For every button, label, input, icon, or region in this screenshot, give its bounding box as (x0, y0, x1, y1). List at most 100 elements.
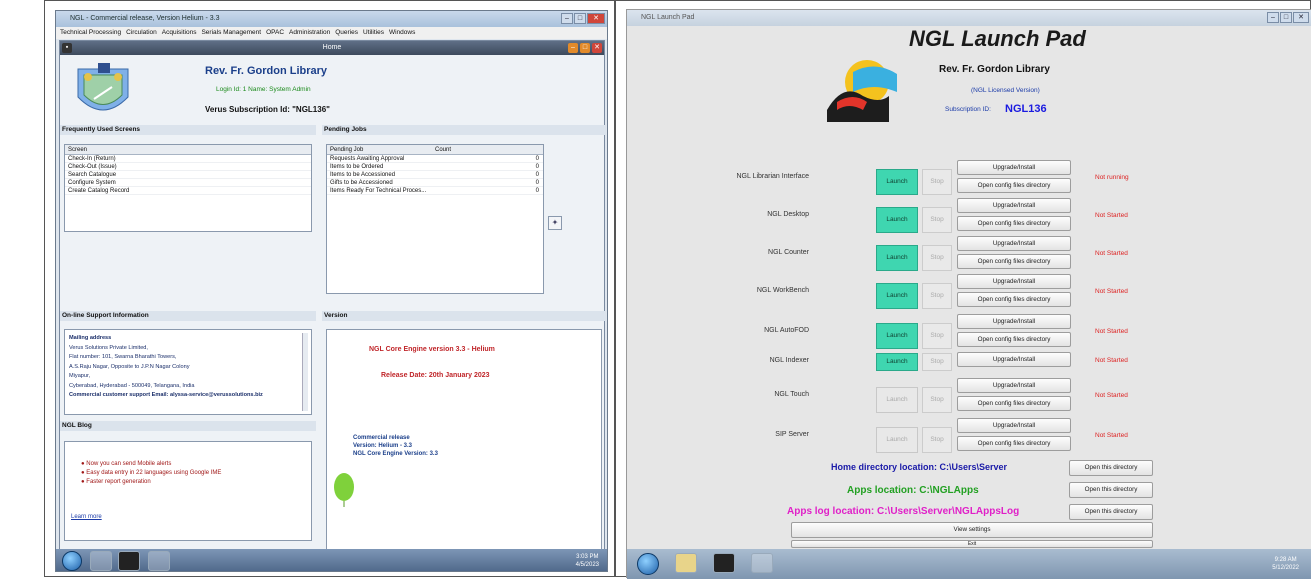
upgrade-install-button[interactable]: Upgrade/Install (957, 418, 1071, 433)
list-item[interactable]: Check-In (Return) (65, 155, 311, 163)
app-status: Not Started (1095, 432, 1128, 439)
minimize-icon[interactable]: – (1267, 12, 1279, 23)
view-settings-button[interactable]: View settings (791, 522, 1153, 538)
list-item[interactable]: Check-Out (Issue) (65, 163, 311, 171)
refresh-icon[interactable]: ✦ (548, 216, 562, 230)
support-scrollbar[interactable] (302, 333, 308, 411)
open-home-directory-button[interactable]: Open this directory (1069, 460, 1153, 476)
exit-button[interactable]: Exit (791, 540, 1153, 548)
open-config-directory-button[interactable]: Open config files directory (957, 292, 1071, 307)
frame-maximize-icon[interactable]: □ (580, 43, 590, 53)
clock-time: 3:03 PM (576, 554, 599, 560)
upgrade-install-button[interactable]: Upgrade/Install (957, 314, 1071, 329)
launch-button[interactable]: Launch (876, 245, 918, 271)
app-status: Not Started (1095, 250, 1128, 257)
table-row[interactable]: Gifts to be Accessioned 0 (327, 179, 543, 187)
java-app-icon-2[interactable] (148, 551, 170, 571)
online-support-header: On-line Support Information (60, 311, 316, 321)
menu-item[interactable]: Windows (389, 29, 415, 36)
blog-item: ● Easy data entry in 22 languages using … (81, 469, 221, 478)
open-apps-directory-button[interactable]: Open this directory (1069, 482, 1153, 498)
table-header: Screen (65, 145, 311, 155)
java-app-icon[interactable] (751, 553, 773, 573)
menu-item[interactable]: Circulation (126, 29, 157, 36)
app-status: Not Started (1095, 212, 1128, 219)
close-icon[interactable]: ✕ (587, 13, 605, 24)
system-clock[interactable]: 3:03 PM 4/5/2023 (576, 553, 599, 569)
upgrade-install-button[interactable]: Upgrade/Install (957, 352, 1071, 367)
open-log-directory-button[interactable]: Open this directory (1069, 504, 1153, 520)
file-explorer-icon[interactable] (675, 553, 697, 573)
apps-log-location: Apps log location: C:\Users\Server\NGLAp… (787, 506, 1020, 517)
menu-item[interactable]: OPAC (266, 29, 284, 36)
pending-job-name: Items to be Accessioned (330, 172, 396, 178)
library-name: Rev. Fr. Gordon Library (205, 65, 328, 77)
launch-button[interactable]: Launch (876, 353, 918, 371)
menu-item[interactable]: Technical Processing (60, 29, 121, 36)
start-orb-icon[interactable] (62, 551, 82, 571)
close-icon[interactable]: ✕ (1293, 12, 1309, 23)
upgrade-install-button[interactable]: Upgrade/Install (957, 274, 1071, 289)
list-item[interactable]: Search Catalogue (65, 171, 311, 179)
menu-item[interactable]: Utilities (363, 29, 384, 36)
stop-button[interactable]: Stop (922, 283, 952, 309)
blog-item-text: Faster report generation (86, 479, 151, 485)
launch-button[interactable]: Launch (876, 323, 918, 349)
ngl-blog-header: NGL Blog (60, 421, 316, 431)
stop-button[interactable]: Stop (922, 427, 952, 453)
stop-button[interactable]: Stop (922, 245, 952, 271)
stop-button[interactable]: Stop (922, 207, 952, 233)
launch-button[interactable]: Launch (876, 387, 918, 413)
open-config-directory-button[interactable]: Open config files directory (957, 332, 1071, 347)
app-row: NGL AutoFOD Launch Stop Upgrade/Install Open… (627, 314, 1311, 350)
stop-button[interactable]: Stop (922, 323, 952, 349)
menu-item[interactable]: Administration (289, 29, 330, 36)
stop-button[interactable]: Stop (922, 169, 952, 195)
table-row[interactable]: Items to be Ordered 0 (327, 163, 543, 171)
maximize-icon[interactable]: □ (574, 13, 586, 24)
menu-bar: Technical Processing Circulation Acquisiti… (56, 27, 607, 39)
table-row[interactable]: Requests Awaiting Approval 0 (327, 155, 543, 163)
open-config-directory-button[interactable]: Open config files directory (957, 254, 1071, 269)
launch-button[interactable]: Launch (876, 169, 918, 195)
pending-job-count: 0 (535, 172, 539, 178)
terminal-icon[interactable] (118, 551, 140, 571)
menu-item[interactable]: Queries (335, 29, 358, 36)
java-app-icon[interactable] (90, 551, 112, 571)
maximize-icon[interactable]: □ (1280, 12, 1292, 23)
frame-menu-icon[interactable]: ▪ (62, 43, 72, 53)
pending-job-name: Gifts to be Accessioned (330, 180, 393, 186)
list-item[interactable]: Configure System (65, 179, 311, 187)
menu-item[interactable]: Acquisitions (162, 29, 197, 36)
table-row[interactable]: Items Ready For Technical Proces... 0 (327, 187, 543, 195)
upgrade-install-button[interactable]: Upgrade/Install (957, 378, 1071, 393)
stop-button[interactable]: Stop (922, 387, 952, 413)
open-config-directory-button[interactable]: Open config files directory (957, 216, 1071, 231)
list-item[interactable]: Create Catalog Record (65, 187, 311, 195)
launch-button[interactable]: Launch (876, 283, 918, 309)
clock-time: 9:28 AM (1274, 557, 1297, 563)
system-clock[interactable]: 9:28 AM 5/12/2022 (1272, 556, 1299, 572)
pending-job-count: 0 (535, 188, 539, 194)
frame-minimize-icon[interactable]: – (568, 43, 578, 53)
launch-button[interactable]: Launch (876, 207, 918, 233)
upgrade-install-button[interactable]: Upgrade/Install (957, 160, 1071, 175)
support-line: Flat number: 101, Swarna Bharathi Towers… (69, 354, 177, 360)
windows-taskbar: 3:03 PM 4/5/2023 (56, 549, 607, 571)
launch-button[interactable]: Launch (876, 427, 918, 453)
open-config-directory-button[interactable]: Open config files directory (957, 178, 1071, 193)
launchpad-titlebar: NGL Launch Pad – □ ✕ (627, 10, 1311, 26)
version-header: Version (322, 311, 606, 321)
stop-button[interactable]: Stop (922, 353, 952, 371)
menu-item[interactable]: Serials Management (201, 29, 261, 36)
learn-more-link[interactable]: Learn more (71, 514, 102, 520)
frame-close-icon[interactable]: ✕ (592, 43, 602, 53)
open-config-directory-button[interactable]: Open config files directory (957, 436, 1071, 451)
upgrade-install-button[interactable]: Upgrade/Install (957, 236, 1071, 251)
table-row[interactable]: Items to be Accessioned 0 (327, 171, 543, 179)
terminal-icon[interactable] (713, 553, 735, 573)
start-orb-icon[interactable] (637, 553, 659, 575)
open-config-directory-button[interactable]: Open config files directory (957, 396, 1071, 411)
upgrade-install-button[interactable]: Upgrade/Install (957, 198, 1071, 213)
minimize-icon[interactable]: – (561, 13, 573, 24)
